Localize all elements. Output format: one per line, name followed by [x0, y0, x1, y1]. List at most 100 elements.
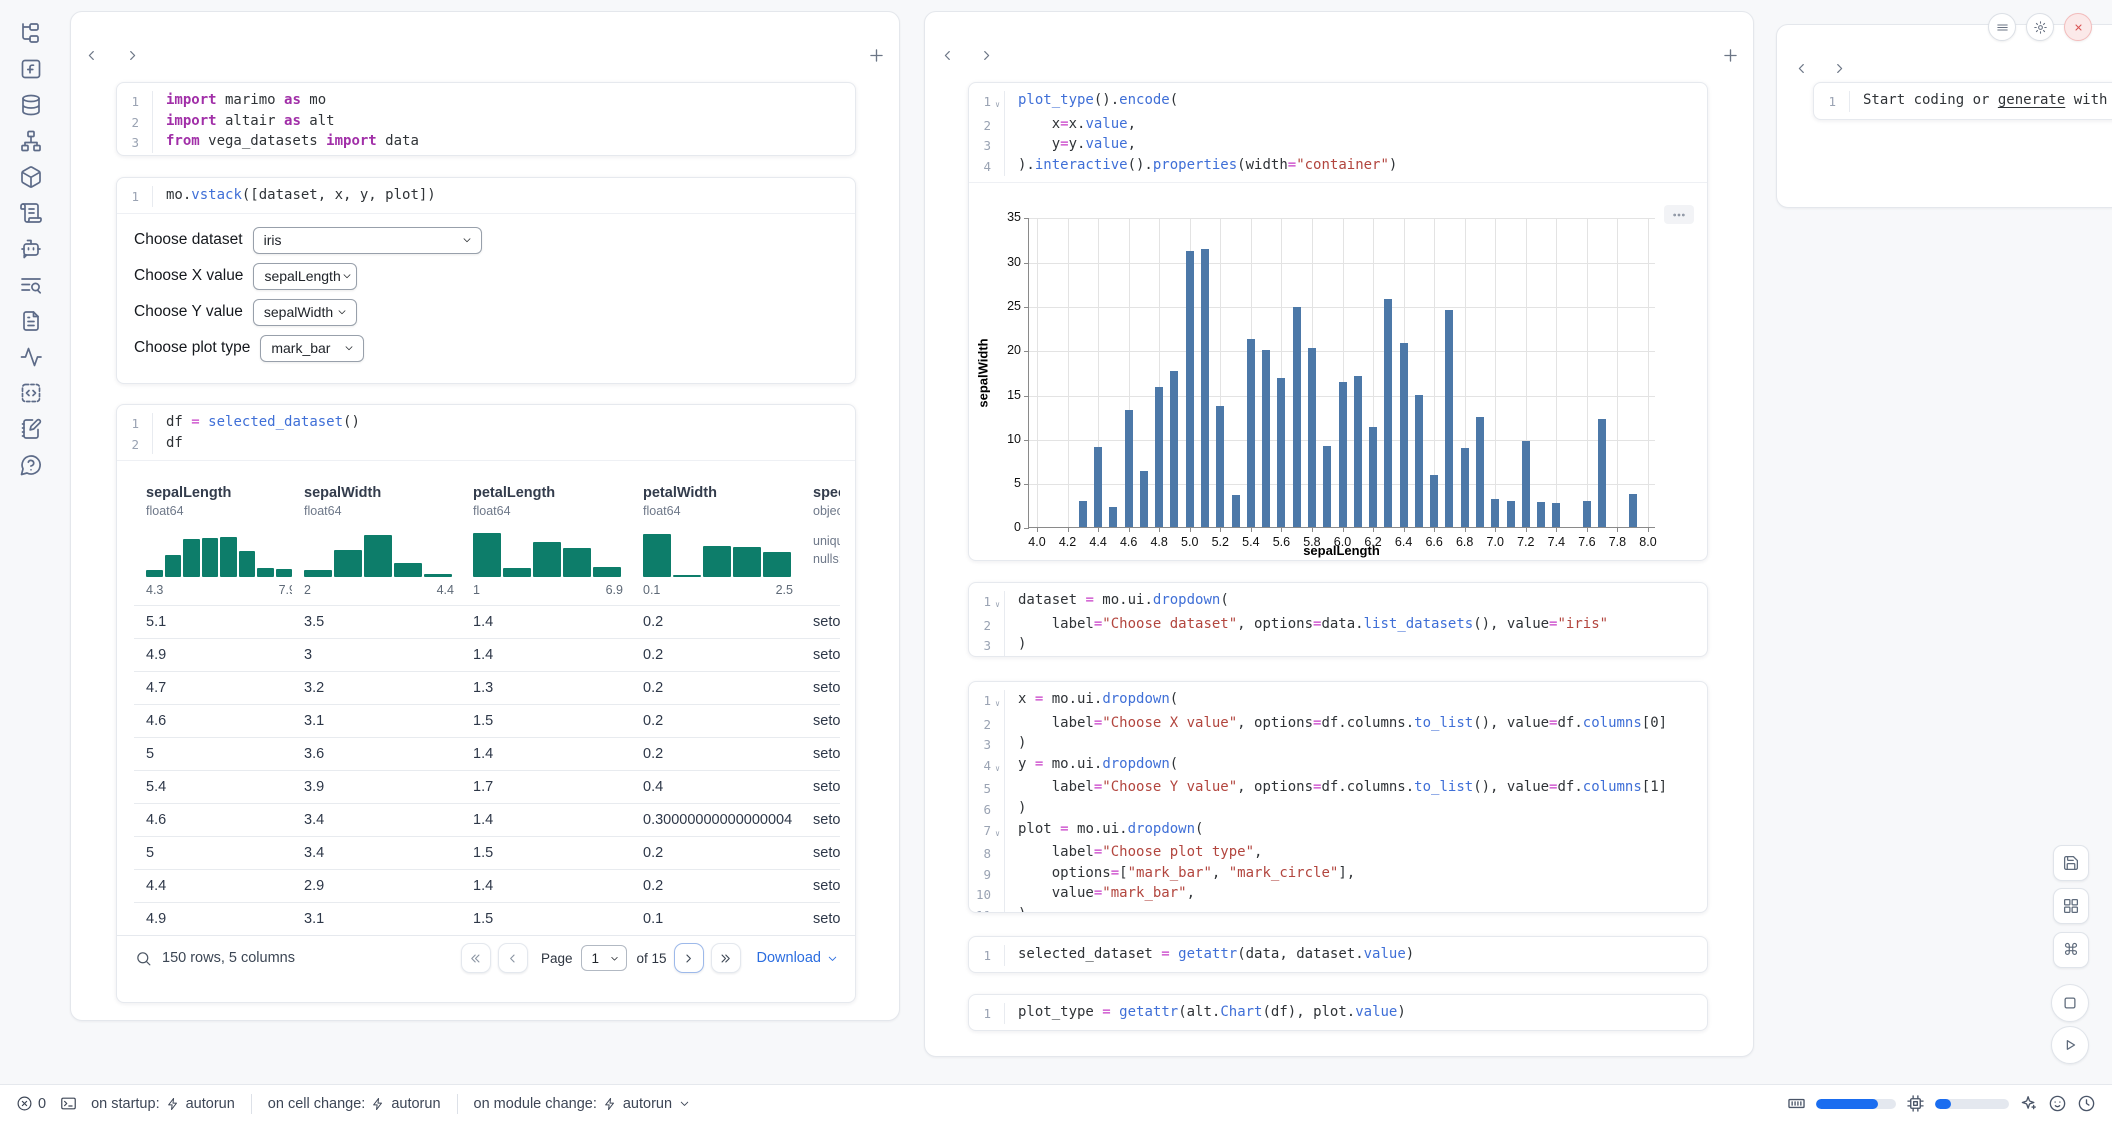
column-1-add-cell-button[interactable] [863, 42, 889, 68]
sidebar-data-sources-button[interactable] [18, 92, 44, 118]
code-text: ) [1004, 734, 1707, 755]
keyboard-shortcuts-button[interactable]: ⌘ [2053, 932, 2089, 968]
table-cell: setosa [801, 614, 840, 630]
sidebar-packages-button[interactable] [18, 164, 44, 190]
cell-dataframe-editor[interactable]: 1df = selected_dataset()2df [117, 405, 855, 460]
choose-dataset-select[interactable]: iris [253, 227, 482, 254]
first-page-button[interactable] [461, 943, 491, 973]
token: = [1060, 821, 1068, 837]
fold-slot [139, 132, 152, 153]
sidebar-snippets-button[interactable] [18, 380, 44, 406]
code-text: value="mark_bar", [1004, 884, 1707, 905]
token: (). [1094, 92, 1119, 108]
chart-bar [1079, 501, 1087, 528]
column-header-species[interactable]: speciesobjectunique:nulls: [801, 475, 840, 605]
zap-icon [603, 1097, 617, 1111]
chart-bar [1125, 410, 1133, 528]
column-2-add-cell-button[interactable] [1717, 42, 1743, 68]
chart-actions-button[interactable] [1664, 205, 1694, 224]
page-select[interactable]: 1 [581, 945, 627, 971]
sidebar-scratchpad-button[interactable] [18, 416, 44, 442]
token: ) [1018, 800, 1026, 816]
column-1-move-right-button[interactable] [119, 42, 145, 68]
last-page-button[interactable] [711, 943, 741, 973]
cell-dataset-editor[interactable]: 1∨dataset = mo.ui.dropdown(2 label="Choo… [969, 583, 1707, 657]
column-2-move-right-button[interactable] [973, 42, 999, 68]
fold-chevron-icon[interactable]: ∨ [991, 755, 1004, 779]
fold-chevron-icon[interactable]: ∨ [991, 91, 1004, 115]
sidebar-file-explorer-button[interactable] [18, 20, 44, 46]
sidebar-ai-chat-button[interactable] [18, 236, 44, 262]
cpu-icon [1906, 1094, 1925, 1113]
sidebar-documentation-button[interactable] [18, 308, 44, 334]
cell-dataframe: 1df = selected_dataset()2df sepalLengthf… [116, 404, 856, 1003]
x-tick [1495, 527, 1496, 532]
cell-selected-editor[interactable]: 1selected_dataset = getattr(data, datase… [969, 937, 1707, 972]
terminal-button[interactable] [60, 1095, 77, 1112]
prev-page-button[interactable] [498, 943, 528, 973]
ai-cell-editor[interactable]: Start coding or generate with AI [1849, 91, 2112, 112]
shutdown-button[interactable] [2064, 13, 2092, 41]
cell-plot-type-editor[interactable]: 1plot_type = getattr(alt.Chart(df), plot… [969, 995, 1707, 1030]
code-text: import altair as alt [152, 112, 855, 133]
next-page-button[interactable] [674, 943, 704, 973]
column-range: 0.12.5 [643, 583, 793, 597]
sidebar-logs-button[interactable] [18, 200, 44, 226]
sidebar-tracing-button[interactable] [18, 344, 44, 370]
token: vega_datasets [200, 133, 326, 149]
download-button[interactable]: Download [757, 950, 840, 966]
x-tick [1526, 527, 1527, 532]
column-2-collapse-left-button[interactable] [934, 42, 960, 68]
generate-link[interactable]: generate [1998, 92, 2065, 108]
column-header-sepalWidth[interactable]: sepalWidthfloat6424.4 [292, 475, 461, 605]
column-header-petalWidth[interactable]: petalWidthfloat640.12.5 [631, 475, 801, 605]
code-line: 2 x=x.value, [969, 115, 1707, 136]
error-panel-button[interactable]: 0 [16, 1095, 46, 1112]
on-module-change-setting[interactable]: on module change: autorun [474, 1096, 692, 1112]
table-cell: setosa [801, 812, 840, 828]
choose-y-value-select[interactable]: sepalWidth [253, 299, 357, 326]
choose-x-value-select[interactable]: sepalLength [253, 263, 357, 290]
settings-button[interactable] [2026, 13, 2054, 41]
cell-dataset-dropdown: 1∨dataset = mo.ui.dropdown(2 label="Choo… [968, 582, 1708, 657]
column-header-petalLength[interactable]: petalLengthfloat6416.9 [461, 475, 631, 605]
table-search-icon[interactable] [135, 950, 152, 967]
runtime-clock-icon[interactable] [2077, 1094, 2096, 1113]
column-header-sepalLength[interactable]: sepalLengthfloat644.37.9 [134, 475, 292, 605]
choose-plot-type-select[interactable]: mark_bar [260, 335, 364, 362]
sidebar-help-button[interactable] [18, 452, 44, 478]
sidebar-dependency-graph-button[interactable] [18, 128, 44, 154]
cell-vstack-editor[interactable]: 1mo.vstack([dataset, x, y, plot]) [117, 178, 855, 213]
token: altair [217, 113, 284, 129]
column-3-move-right-button[interactable] [1826, 55, 1852, 81]
ai-sparkles-icon[interactable] [2019, 1094, 2038, 1113]
code-line: 2 label="Choose X value", options=df.col… [969, 714, 1707, 735]
token [1170, 946, 1178, 962]
run-all-button[interactable] [2051, 1026, 2089, 1064]
fold-chevron-icon[interactable]: ∨ [991, 690, 1004, 714]
sidebar-variables-button[interactable] [18, 56, 44, 82]
sidebar-outline-search-button[interactable] [18, 272, 44, 298]
table-cell: setosa [801, 878, 840, 894]
code-text: import marimo as mo [152, 91, 855, 112]
marimo-mascot-icon[interactable] [2048, 1094, 2067, 1113]
fold-chevron-icon[interactable]: ∨ [991, 591, 1004, 615]
memory-usage-meter[interactable] [1816, 1099, 1896, 1109]
grid-layout-button[interactable] [2053, 888, 2089, 924]
on-startup-setting[interactable]: on startup: autorun [91, 1096, 235, 1112]
chart-bar [1430, 475, 1438, 527]
x-tick [1617, 527, 1618, 532]
app-view-button[interactable] [2051, 984, 2089, 1022]
save-button[interactable] [2053, 845, 2089, 881]
on-cell-change-setting[interactable]: on cell change: autorun [268, 1096, 441, 1112]
cell-imports-editor[interactable]: 1import marimo as mo2import altair as al… [117, 83, 855, 156]
code-text: y = mo.ui.dropdown( [1004, 755, 1707, 779]
column-1-collapse-left-button[interactable] [78, 42, 104, 68]
fold-chevron-icon[interactable]: ∨ [991, 820, 1004, 844]
column-3-collapse-left-button[interactable] [1788, 55, 1814, 81]
cell-plot-editor[interactable]: 1∨plot_type().encode(2 x=x.value,3 y=y.v… [969, 83, 1707, 182]
notebook-menu-button[interactable] [1988, 13, 2016, 41]
altair-chart[interactable]: sepalWidth 051015202530354.04.24.44.64.8… [969, 183, 1707, 561]
cell-xy-editor[interactable]: 1∨x = mo.ui.dropdown(2 label="Choose X v… [969, 682, 1707, 913]
cpu-usage-meter[interactable] [1935, 1099, 2009, 1109]
